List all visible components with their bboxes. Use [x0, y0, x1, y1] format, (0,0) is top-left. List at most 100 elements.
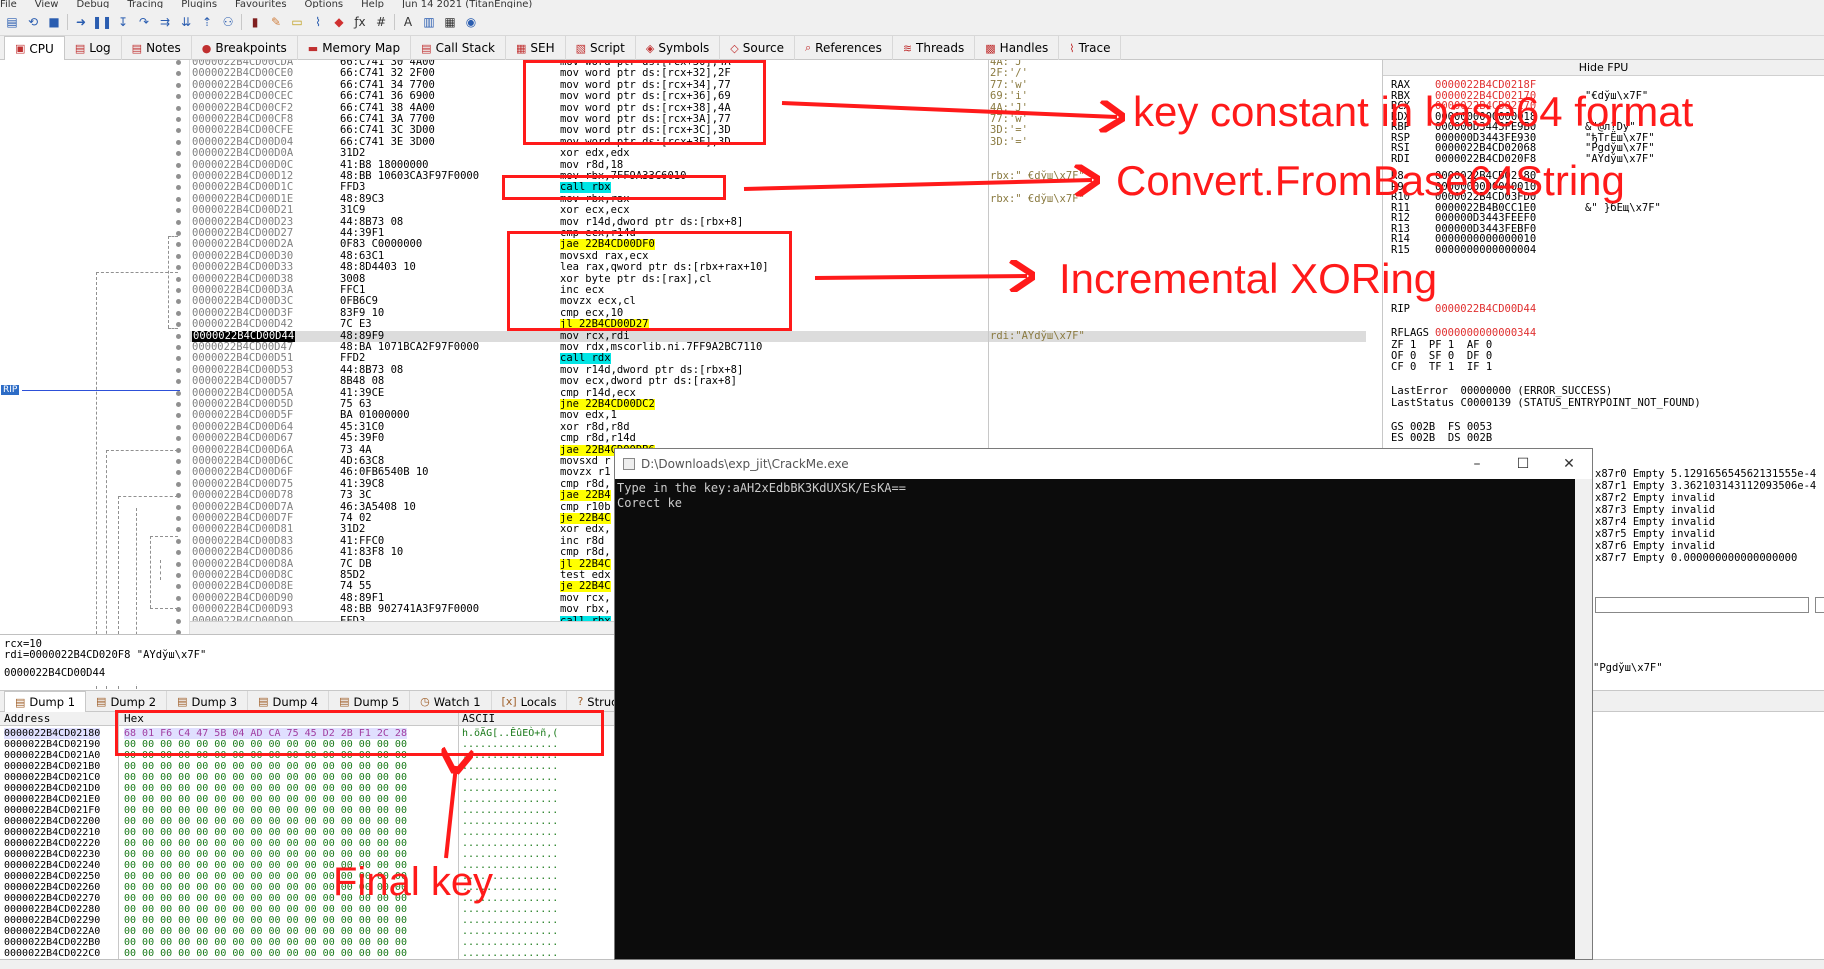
- breakpoint-dot[interactable]: [176, 185, 181, 191]
- breakpoint-dot[interactable]: [176, 139, 181, 145]
- breakpoint-dot[interactable]: [176, 493, 181, 499]
- close-icon[interactable]: ✕: [1546, 456, 1592, 472]
- tab-handles[interactable]: ▩ Handles: [975, 36, 1060, 60]
- breakpoint-dot[interactable]: [176, 310, 181, 316]
- breakpoint-dot[interactable]: [176, 333, 181, 339]
- breakpoint-dot[interactable]: [176, 538, 181, 544]
- bookmark-icon[interactable]: ◆: [331, 14, 347, 30]
- breakpoint-dot[interactable]: [176, 128, 181, 134]
- menu-item[interactable]: Tracing: [127, 0, 163, 8]
- tab-references[interactable]: ⌕ References: [795, 36, 893, 60]
- disasm-row[interactable]: 0000022B4CD00CE0 66:C741 32 2F00 mov word …: [190, 68, 1366, 79]
- breakpoint-dot[interactable]: [176, 607, 181, 613]
- tab-source[interactable]: ◇ Source: [720, 36, 795, 60]
- breakpoint-dot[interactable]: [176, 527, 181, 533]
- trace-into-icon[interactable]: ⇉: [157, 14, 173, 30]
- breakpoint-dot[interactable]: [176, 356, 181, 362]
- breakpoint-dot[interactable]: [176, 573, 181, 578]
- breakpoint-dot[interactable]: [176, 561, 181, 567]
- disasm-row[interactable]: 0000022B4CD00D04 66:C741 3E 3D00 mov word …: [190, 136, 1366, 148]
- menu-item[interactable]: Help: [361, 0, 384, 8]
- breakpoint-dot[interactable]: [176, 447, 181, 453]
- breakpoint-dot[interactable]: [176, 94, 181, 100]
- disasm-row[interactable]: 0000022B4CD00D5A 41:39CE cmp r14d,ecx: [190, 387, 1366, 399]
- disasm-row[interactable]: 0000022B4CD00D47 48:BA 1071BCA2F97F0000 mo…: [190, 342, 1366, 353]
- disasm-row[interactable]: 0000022B4CD00D21 31C9 xor ecx,ecx: [190, 205, 1366, 216]
- breakpoint-dot[interactable]: [176, 162, 181, 168]
- dump-tab[interactable]: [x] Locals: [492, 691, 568, 712]
- console-scrollbar[interactable]: [1575, 479, 1592, 959]
- breakpoint-dot[interactable]: [176, 242, 181, 248]
- disasm-row[interactable]: 0000022B4CD00D57 8B48 08 mov ecx,dword ptr…: [190, 376, 1366, 387]
- open-icon[interactable]: ▤: [4, 14, 20, 30]
- breakpoint-dot[interactable]: [176, 322, 181, 328]
- tab-cpu[interactable]: ▣ CPU: [4, 36, 65, 60]
- tab-threads[interactable]: ≋ Threads: [893, 36, 976, 60]
- calculator-icon[interactable]: ▦: [442, 14, 458, 30]
- menu-item[interactable]: File: [0, 0, 17, 8]
- breakpoint-dot[interactable]: [176, 413, 181, 419]
- dump-tab[interactable]: ▤ Dump 4: [248, 691, 330, 712]
- breakpoint-dot[interactable]: [176, 459, 181, 464]
- disasm-row[interactable]: 0000022B4CD00D53 44:8B73 08 mov r14d,dword…: [190, 364, 1366, 376]
- hash-icon[interactable]: #: [373, 14, 389, 30]
- tab-symbols[interactable]: ◈ Symbols: [636, 36, 721, 60]
- run-icon[interactable]: ➜: [73, 14, 89, 30]
- menu-item[interactable]: Favourites: [235, 0, 287, 8]
- breakpoint-dot[interactable]: [176, 436, 181, 442]
- menu-item[interactable]: Jun 14 2021 (TitanEngine): [402, 0, 532, 8]
- pause-icon[interactable]: ❚❚: [92, 14, 112, 30]
- tab-script[interactable]: ▧ Script: [566, 36, 636, 60]
- menu-item[interactable]: Plugins: [181, 0, 217, 8]
- menu-item[interactable]: View: [35, 0, 59, 8]
- tab-trace[interactable]: ⌇ Trace: [1059, 36, 1122, 60]
- breakpoint-dot[interactable]: [176, 71, 181, 77]
- execute-till-return-icon[interactable]: ⇡: [199, 14, 215, 30]
- breakpoint-dot[interactable]: [176, 219, 181, 225]
- disasm-row[interactable]: 0000022B4CD00D5D 75 63 jne 22B4CD00DC2: [190, 399, 1366, 410]
- dump-tab[interactable]: ▤ Dump 1: [4, 691, 87, 712]
- breakpoint-dot[interactable]: [176, 345, 181, 350]
- breakpoint-dot[interactable]: [176, 367, 181, 373]
- font-icon[interactable]: A: [400, 14, 416, 30]
- scylla-icon[interactable]: ▮: [247, 14, 263, 30]
- dump-tab[interactable]: ▤ Dump 3: [167, 691, 249, 712]
- breakpoint-dot[interactable]: [176, 288, 181, 293]
- disasm-row[interactable]: 0000022B4CD00D44 48:89F9 mov rcx,rdi rdi:"A…: [190, 330, 1366, 342]
- breakpoint-dot[interactable]: [176, 424, 181, 430]
- disasm-row[interactable]: 0000022B4CD00D51 FFD2 call rdx: [190, 353, 1366, 365]
- breakpoint-dot[interactable]: [176, 595, 181, 601]
- globe-icon[interactable]: ◉: [463, 14, 479, 30]
- disasm-row[interactable]: 0000022B4CD00D64 45:31C0 xor r8d,r8d: [190, 421, 1366, 433]
- breakpoint-dot[interactable]: [176, 82, 181, 88]
- tab-memory-map[interactable]: ▬ Memory Map: [298, 36, 412, 60]
- fpu-count-select[interactable]: [1815, 597, 1824, 613]
- tab-log[interactable]: ▤ Log: [65, 36, 122, 60]
- breakpoint-dot[interactable]: [176, 379, 181, 385]
- step-over-icon[interactable]: ↷: [136, 14, 152, 30]
- breakpoint-dot[interactable]: [176, 196, 181, 202]
- console-window[interactable]: D:\Downloads\exp_jit\CrackMe.exe – ☐ ✕ T…: [614, 448, 1593, 960]
- tab-seh[interactable]: ▦ SEH: [506, 36, 566, 60]
- restart-icon[interactable]: ⟲: [25, 14, 41, 30]
- disasm-row[interactable]: 0000022B4CD00D23 44:8B73 08 mov r14d,dword…: [190, 216, 1366, 228]
- breakpoint-dot[interactable]: [176, 299, 181, 305]
- fpu-view-select[interactable]: [1595, 597, 1809, 613]
- breakpoint-dot[interactable]: [176, 208, 181, 214]
- maximize-icon[interactable]: ☐: [1500, 456, 1546, 472]
- menu-item[interactable]: Debug: [76, 0, 109, 8]
- breakpoint-dot[interactable]: [176, 516, 181, 521]
- clipboard-icon[interactable]: ▥: [421, 14, 437, 30]
- breakpoint-dot[interactable]: [176, 584, 181, 590]
- register-row[interactable]: R15 0000000000000004: [1391, 244, 1585, 256]
- breakpoint-dot[interactable]: [176, 151, 181, 157]
- tab-breakpoints[interactable]: ● Breakpoints: [192, 36, 298, 60]
- breakpoint-dot[interactable]: [176, 402, 181, 407]
- breakpoint-dot[interactable]: [176, 174, 181, 179]
- breakpoint-dot[interactable]: [176, 253, 181, 259]
- breakpoint-dot[interactable]: [176, 231, 181, 236]
- console-titlebar[interactable]: D:\Downloads\exp_jit\CrackMe.exe – ☐ ✕: [615, 449, 1592, 479]
- breakpoint-dot[interactable]: [176, 105, 181, 111]
- dump-tab[interactable]: ▤ Dump 2: [86, 691, 168, 712]
- trace-over-icon[interactable]: ⇊: [178, 14, 194, 30]
